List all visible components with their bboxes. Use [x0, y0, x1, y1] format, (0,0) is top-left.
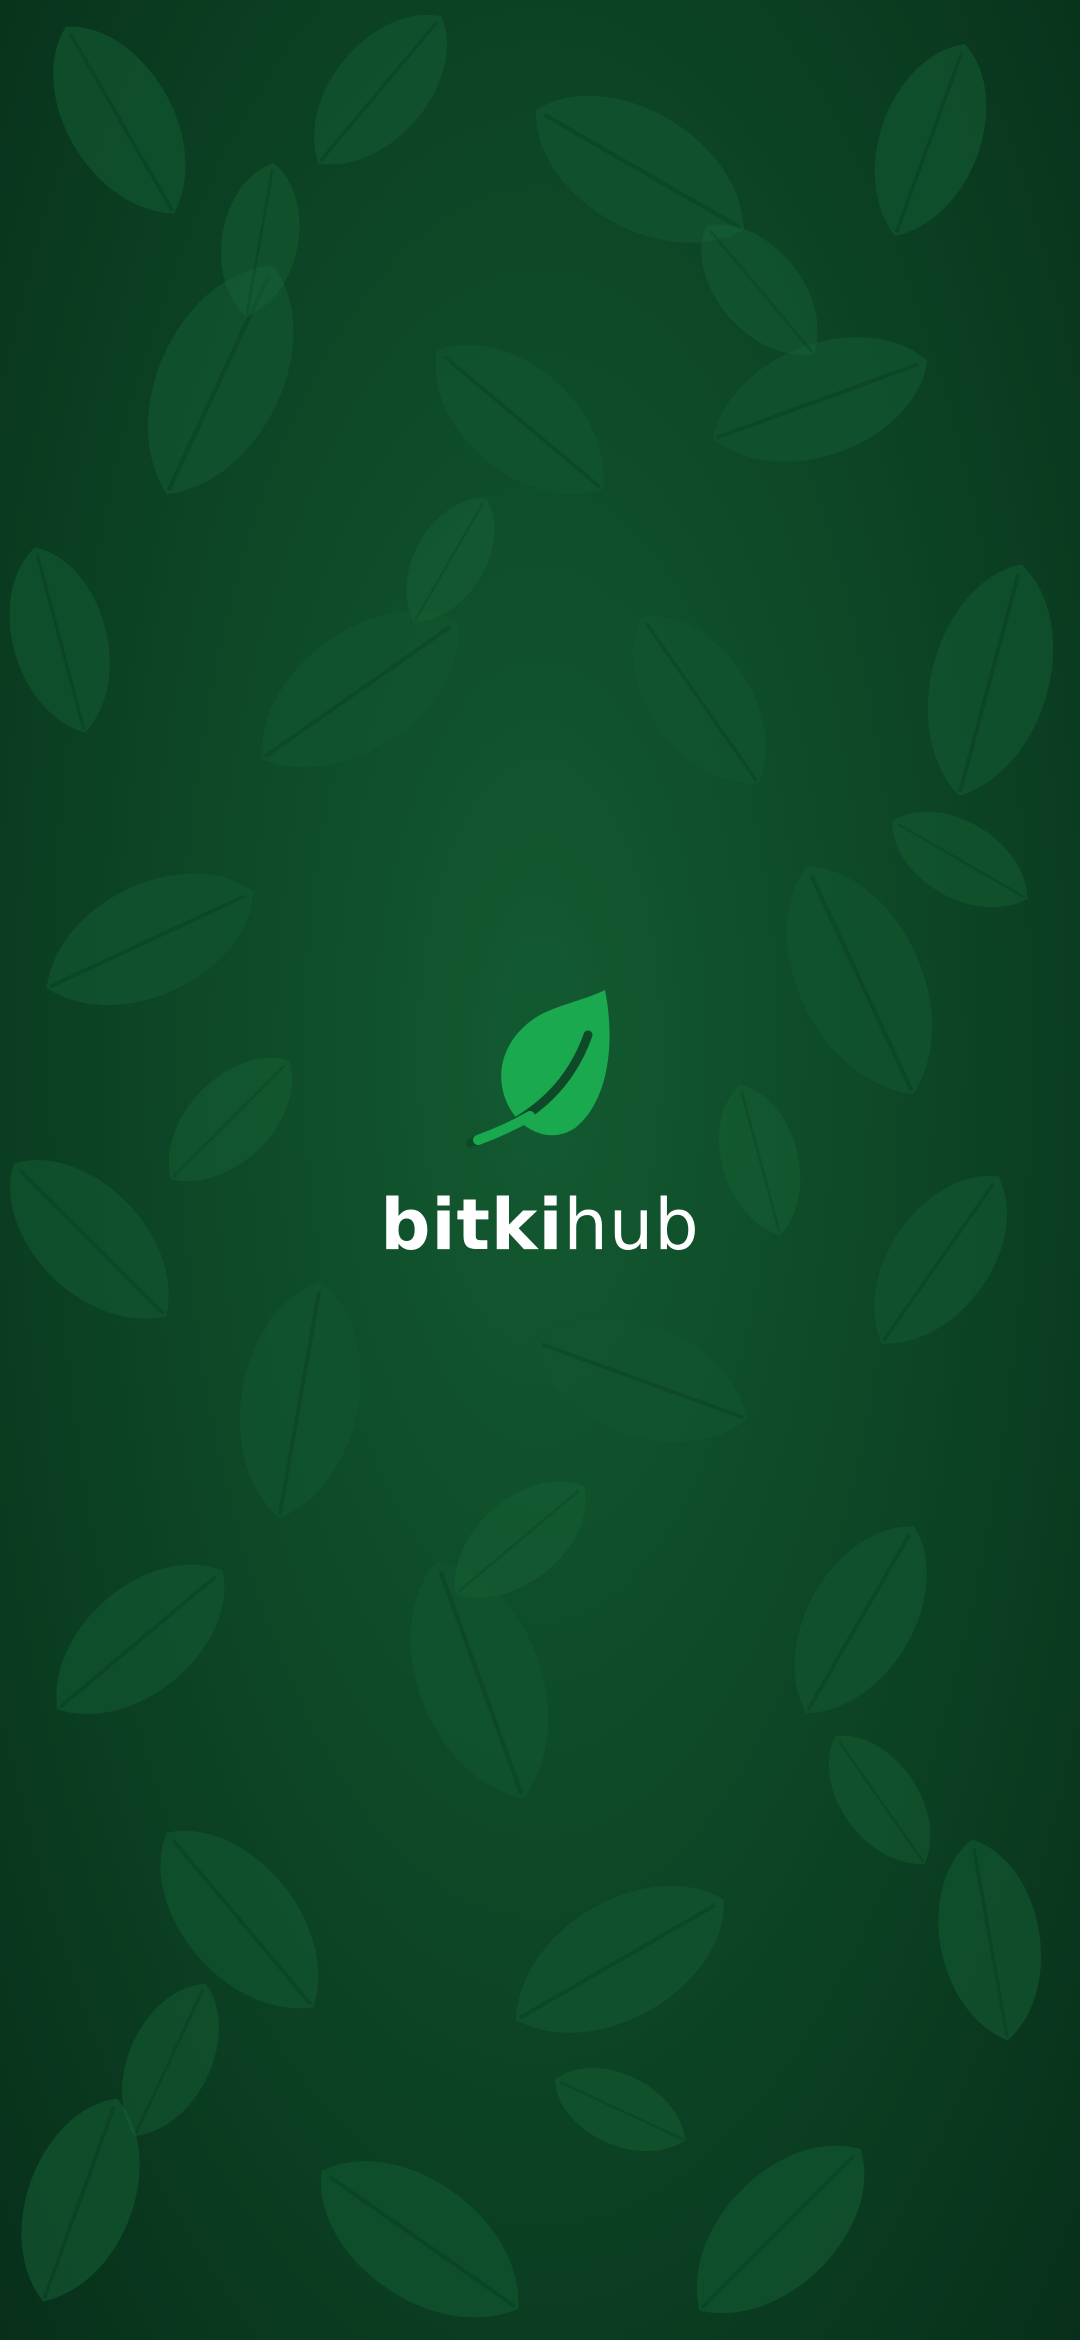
brand-wordmark: bitkihub [0, 1185, 1080, 1265]
splash-screen: bitkihub [0, 0, 1080, 2340]
leaf-icon [465, 990, 610, 1148]
brand-name-secondary: hub [563, 1184, 700, 1266]
brand-logo: bitkihub [0, 980, 1080, 1280]
brand-name-primary: bitki [380, 1184, 564, 1266]
